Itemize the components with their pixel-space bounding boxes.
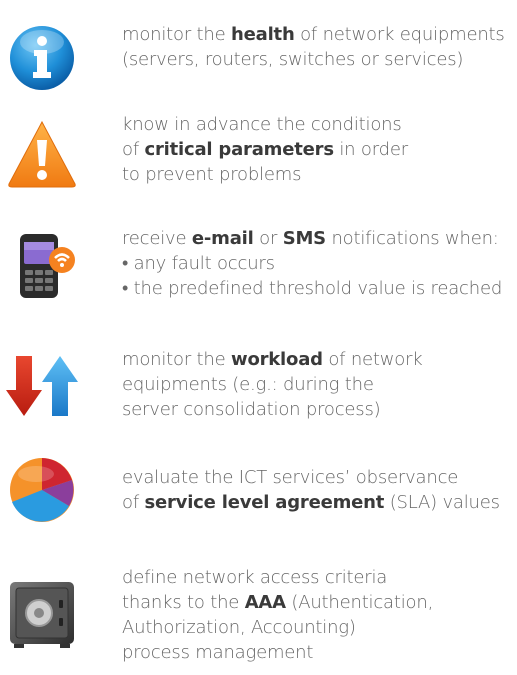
text-segment: Authorization, Accounting) [122,617,356,638]
text-line: receive e-mail or SMS notifications when… [122,226,514,251]
highlighted-keyword: health [231,24,295,45]
highlighted-keyword: AAA [244,592,286,613]
text-segment: in order [333,139,408,160]
feature-text: evaluate the ICT services’ observance of … [122,465,514,515]
text-segment: of [122,492,145,513]
text-line: define network access criteria [122,565,514,590]
text-line: of service level agreement (SLA) values [122,490,514,515]
text-segment: (SLA) values [384,492,500,513]
text-segment: (Authentication, [285,592,434,613]
feature-text: receive e-mail or SMS notifications when… [122,226,514,301]
feature-text: define network access criteria thanks to … [122,565,514,665]
text-segment: monitor the [122,349,232,370]
info-icon [6,22,78,94]
highlighted-keyword: workload [231,349,323,370]
warning-icon [6,118,78,190]
highlighted-keyword: critical parameters [144,139,334,160]
text-segment: to prevent problems [122,164,302,185]
feature-text: monitor the workload of network equipment… [122,347,514,422]
text-segment: receive [122,228,192,249]
text-segment: equipments (e.g.: during the [122,374,374,395]
text-line: server consolidation process) [122,397,514,422]
highlighted-keyword: e-mail [191,228,254,249]
text-line: • the predefined threshold value is reac… [122,276,514,301]
text-segment: notifications when: [325,228,499,249]
mobile-phone-icon [6,230,78,302]
text-segment: (servers, routers, switches or services) [122,49,464,70]
text-segment: process management [122,642,314,663]
text-line: (servers, routers, switches or services) [122,47,514,72]
text-line: to prevent problems [122,162,514,187]
feature-text: know in advance the conditions of critica… [122,112,514,187]
text-segment: define network access criteria [122,567,388,588]
text-line: know in advance the conditions [122,112,514,137]
text-segment: of network [322,349,423,370]
up-down-arrows-icon [6,350,78,422]
text-line: thanks to the AAA (Authentication, [122,590,514,615]
text-line: of critical parameters in order [122,137,514,162]
text-line: monitor the health of network equipments [122,22,514,47]
highlighted-keyword: SMS [282,228,326,249]
text-segment: of network equipments [294,24,505,45]
text-line: evaluate the ICT services’ observance [122,465,514,490]
text-segment: or [253,228,283,249]
text-line: Authorization, Accounting) [122,615,514,640]
feature-text: monitor the health of network equipments… [122,22,514,72]
text-segment: evaluate the ICT services’ observance [122,467,459,488]
text-segment: server consolidation process) [122,399,381,420]
text-line: process management [122,640,514,665]
text-segment: • the predefined threshold value is reac… [122,278,503,299]
text-segment: monitor the [122,24,232,45]
text-segment: know in advance the conditions [122,114,402,135]
text-line: monitor the workload of network [122,347,514,372]
safe-icon [6,578,78,650]
text-segment: of [122,139,145,160]
text-line: equipments (e.g.: during the [122,372,514,397]
pie-chart-icon [6,454,78,526]
text-line: • any fault occurs [122,251,514,276]
text-segment: thanks to the [122,592,245,613]
text-segment: • any fault occurs [122,253,275,274]
highlighted-keyword: service level agreement [144,492,385,513]
